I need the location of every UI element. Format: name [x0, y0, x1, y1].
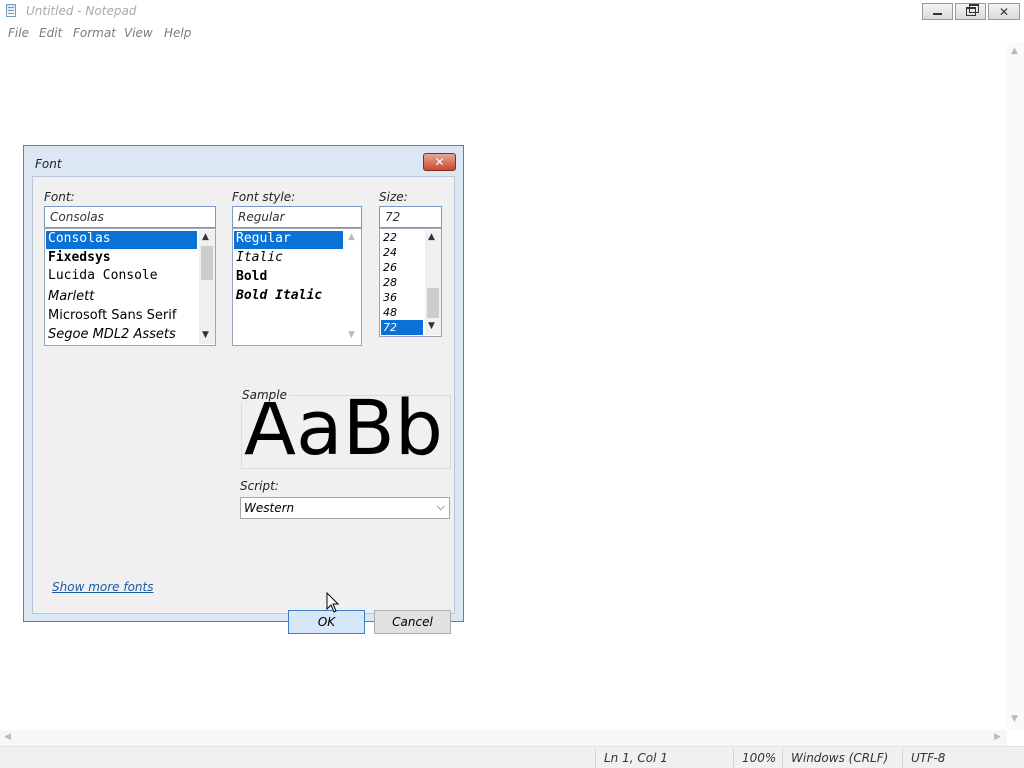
- scroll-down-icon[interactable]: ▼: [428, 321, 435, 331]
- dialog-body: Font: Consolas Consolas Fixedsys Lucida …: [32, 176, 455, 634]
- size-list-item[interactable]: 28: [381, 275, 397, 290]
- scroll-up-icon[interactable]: ▲: [202, 232, 209, 242]
- minimize-icon: [933, 13, 942, 15]
- style-list-scrollbar[interactable]: ▲ ▼: [345, 230, 361, 344]
- menu-file[interactable]: File: [8, 26, 29, 40]
- dialog-title: Font: [35, 157, 62, 171]
- sample-text: AaBb: [244, 395, 443, 469]
- script-label: Script:: [240, 479, 279, 493]
- chevron-down-icon: ⌵: [436, 500, 445, 513]
- window-title: Untitled - Notepad: [26, 4, 137, 18]
- scroll-up-icon[interactable]: ▲: [348, 232, 355, 242]
- size-list-scrollbar[interactable]: ▲ ▼: [425, 230, 441, 335]
- dialog-close-button[interactable]: ✕: [423, 153, 456, 171]
- encoding: UTF-8: [911, 751, 946, 765]
- scroll-left-icon[interactable]: ◀: [4, 732, 11, 742]
- menu-edit[interactable]: Edit: [39, 26, 62, 40]
- scroll-right-icon[interactable]: ▶: [994, 732, 1001, 742]
- close-icon: ✕: [998, 4, 1010, 19]
- sample-preview: AaBb: [241, 395, 451, 469]
- status-divider: [733, 749, 734, 767]
- status-divider: [902, 749, 903, 767]
- restore-icon: [965, 4, 979, 16]
- font-style-input[interactable]: Regular: [232, 206, 362, 228]
- font-list-scrollbar[interactable]: ▲ ▼: [199, 230, 215, 344]
- sample-label: Sample: [240, 388, 289, 402]
- size-list-item[interactable]: 72: [381, 320, 423, 335]
- menu-bar: File Edit Format View Help: [0, 22, 1024, 42]
- scroll-down-icon[interactable]: ▼: [202, 330, 209, 340]
- maximize-button[interactable]: [955, 3, 986, 20]
- menu-help[interactable]: Help: [164, 26, 191, 40]
- scroll-thumb[interactable]: [201, 246, 213, 280]
- status-bar: Ln 1, Col 1 100% Windows (CRLF) UTF-8: [0, 746, 1024, 768]
- font-list-item[interactable]: Consolas: [46, 231, 197, 249]
- font-list-item[interactable]: Segoe MDL2 Assets: [46, 327, 176, 345]
- title-bar: Untitled - Notepad ✕: [0, 0, 1024, 22]
- scroll-down-icon[interactable]: ▼: [1011, 714, 1018, 724]
- status-divider: [782, 749, 783, 767]
- style-list-item[interactable]: Italic: [234, 250, 283, 268]
- scroll-thumb[interactable]: [427, 288, 439, 318]
- menu-view[interactable]: View: [124, 26, 153, 40]
- cursor-position: Ln 1, Col 1: [604, 751, 668, 765]
- scroll-up-icon[interactable]: ▲: [428, 232, 435, 242]
- font-name-input[interactable]: Consolas: [44, 206, 216, 228]
- size-list-item[interactable]: 36: [381, 290, 397, 305]
- size-input[interactable]: 72: [379, 206, 442, 228]
- style-list-item[interactable]: Regular: [234, 231, 343, 249]
- size-list-item[interactable]: 22: [381, 230, 397, 245]
- font-style-list[interactable]: Regular Italic Bold Bold Italic ▲ ▼: [232, 228, 362, 346]
- size-list-item[interactable]: 26: [381, 260, 397, 275]
- scroll-up-icon[interactable]: ▲: [1011, 46, 1018, 56]
- close-button[interactable]: ✕: [988, 3, 1020, 20]
- line-ending: Windows (CRLF): [791, 751, 889, 765]
- scroll-down-icon[interactable]: ▼: [348, 330, 355, 340]
- show-more-fonts-link[interactable]: Show more fonts: [52, 580, 153, 594]
- font-list-item[interactable]: Marlett: [46, 289, 94, 307]
- font-list-item[interactable]: Microsoft Sans Serif: [46, 308, 176, 326]
- script-select[interactable]: Western ⌵: [240, 497, 450, 519]
- font-dialog: Font ✕ Font: Consolas Consolas Fixedsys …: [23, 145, 464, 634]
- size-list-item[interactable]: 48: [381, 305, 397, 320]
- size-label: Size:: [379, 190, 408, 204]
- cancel-button[interactable]: Cancel: [374, 610, 451, 634]
- size-list-item[interactable]: 24: [381, 245, 397, 260]
- zoom-level: 100%: [742, 751, 777, 765]
- font-label: Font:: [44, 190, 75, 204]
- horizontal-scrollbar[interactable]: ◀ ▶: [0, 730, 1007, 746]
- size-list[interactable]: 22 24 26 28 36 48 72 ▲ ▼: [379, 228, 442, 337]
- notepad-icon: [6, 4, 16, 17]
- minimize-button[interactable]: [922, 3, 953, 20]
- vertical-scrollbar[interactable]: ▲ ▼: [1007, 42, 1024, 730]
- menu-format[interactable]: Format: [73, 26, 116, 40]
- font-list-item[interactable]: Fixedsys: [46, 250, 111, 268]
- style-list-item[interactable]: Bold: [234, 269, 267, 287]
- close-icon: ✕: [434, 155, 445, 169]
- mouse-cursor-icon: [326, 592, 340, 613]
- status-divider: [595, 749, 596, 767]
- font-list-item[interactable]: Lucida Console: [46, 268, 158, 286]
- style-list-item[interactable]: Bold Italic: [234, 288, 322, 306]
- script-value: Western: [244, 501, 295, 515]
- font-list[interactable]: Consolas Fixedsys Lucida Console Marlett…: [44, 228, 216, 346]
- font-style-label: Font style:: [232, 190, 296, 204]
